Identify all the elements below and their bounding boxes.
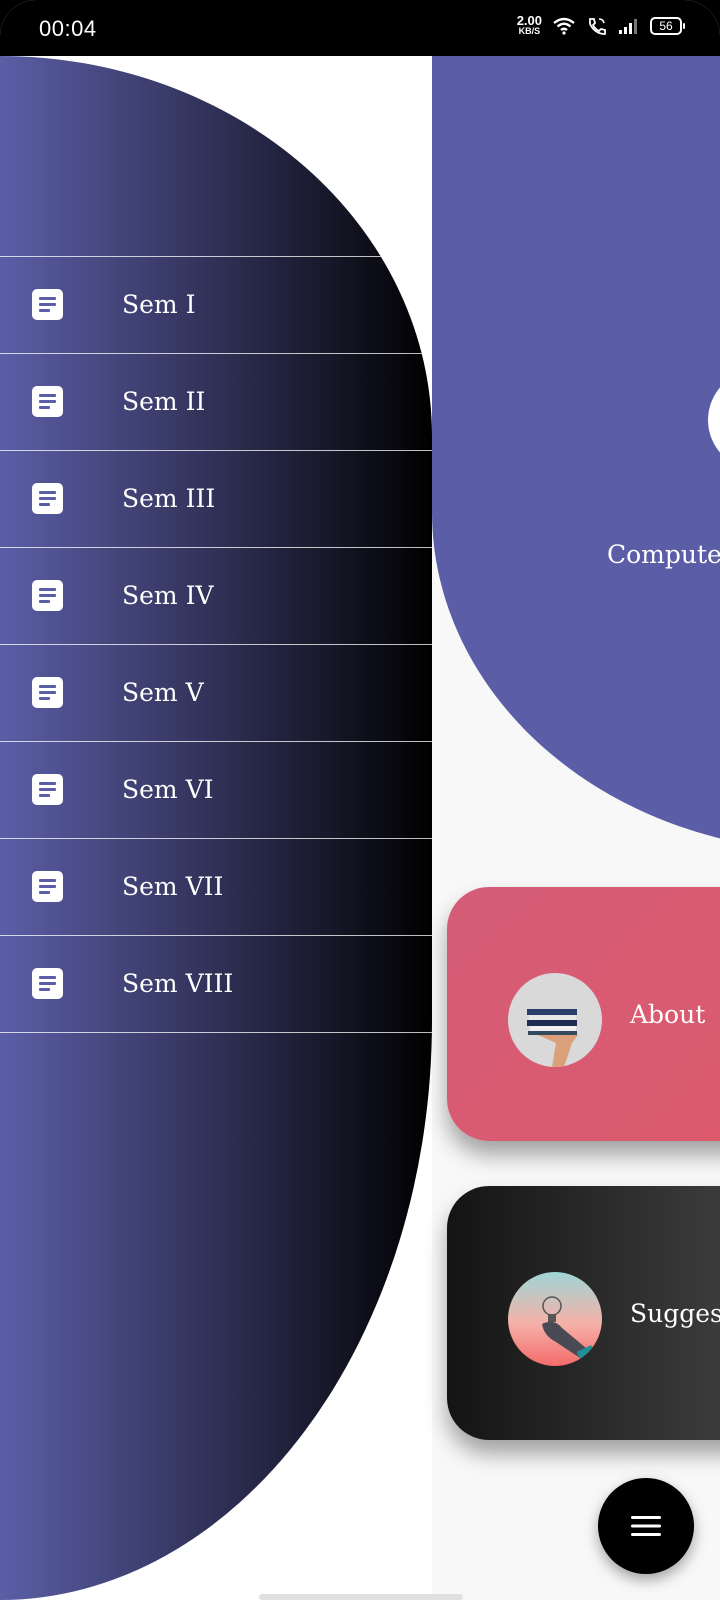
wifi-icon xyxy=(553,17,575,35)
semester-item-7[interactable]: Sem VII xyxy=(0,839,432,936)
signal-icon xyxy=(619,19,637,34)
semester-item-8[interactable]: Sem VIII xyxy=(0,936,432,1033)
network-speed: 2.00 KB/S xyxy=(516,13,542,36)
semester-item-6[interactable]: Sem VI xyxy=(0,742,432,839)
semester-label: Sem I xyxy=(122,290,196,319)
semester-label: Sem VI xyxy=(122,775,214,804)
semester-list: Sem I Sem II Sem III Sem IV Sem V Sem VI xyxy=(0,256,432,1033)
wifi-calling-icon xyxy=(589,18,606,35)
semester-item-3[interactable]: Sem III xyxy=(0,451,432,548)
document-icon xyxy=(32,580,63,611)
document-icon xyxy=(32,289,63,320)
document-icon xyxy=(32,677,63,708)
about-label: About xyxy=(630,1000,706,1029)
status-bar: 00:04 2.00 KB/S 56 xyxy=(0,0,720,56)
suggest-label: Suggest xyxy=(630,1299,720,1328)
books-in-hand-image xyxy=(508,973,602,1067)
status-icons: 2.00 KB/S 56 xyxy=(516,13,685,36)
semester-item-1[interactable]: Sem I xyxy=(0,257,432,354)
app-screen: 00:04 2.00 KB/S 56 Compute About Sugges … xyxy=(0,0,720,1600)
status-time: 00:04 xyxy=(39,16,97,41)
battery-icon: 56 xyxy=(650,17,685,35)
semester-item-4[interactable]: Sem IV xyxy=(0,548,432,645)
lightbulb-in-hand-image xyxy=(508,1272,602,1366)
document-icon xyxy=(32,386,63,417)
document-icon xyxy=(32,483,63,514)
navigation-drawer: Sem I Sem II Sem III Sem IV Sem V Sem VI xyxy=(0,56,432,1600)
semester-label: Sem VII xyxy=(122,872,224,901)
suggest-card[interactable]: Suggest xyxy=(447,1186,720,1440)
network-speed-unit: KB/S xyxy=(518,26,541,36)
semester-item-2[interactable]: Sem II xyxy=(0,354,432,451)
document-icon xyxy=(32,968,63,999)
home-indicator[interactable] xyxy=(259,1594,463,1600)
suggest-thumbnail xyxy=(508,1272,602,1366)
semester-label: Sem II xyxy=(122,387,206,416)
document-icon xyxy=(32,774,63,805)
menu-button[interactable] xyxy=(598,1478,694,1574)
department-title: Computer xyxy=(607,540,720,569)
network-speed-value: 2.00 xyxy=(516,13,542,28)
about-thumbnail xyxy=(508,973,602,1067)
document-icon xyxy=(32,871,63,902)
semester-label: Sem III xyxy=(122,484,216,513)
semester-label: Sem VIII xyxy=(122,969,234,998)
menu-icon xyxy=(631,1516,661,1536)
about-card[interactable]: About xyxy=(447,887,720,1141)
semester-label: Sem V xyxy=(122,678,204,707)
semester-label: Sem IV xyxy=(122,581,214,610)
semester-item-5[interactable]: Sem V xyxy=(0,645,432,742)
